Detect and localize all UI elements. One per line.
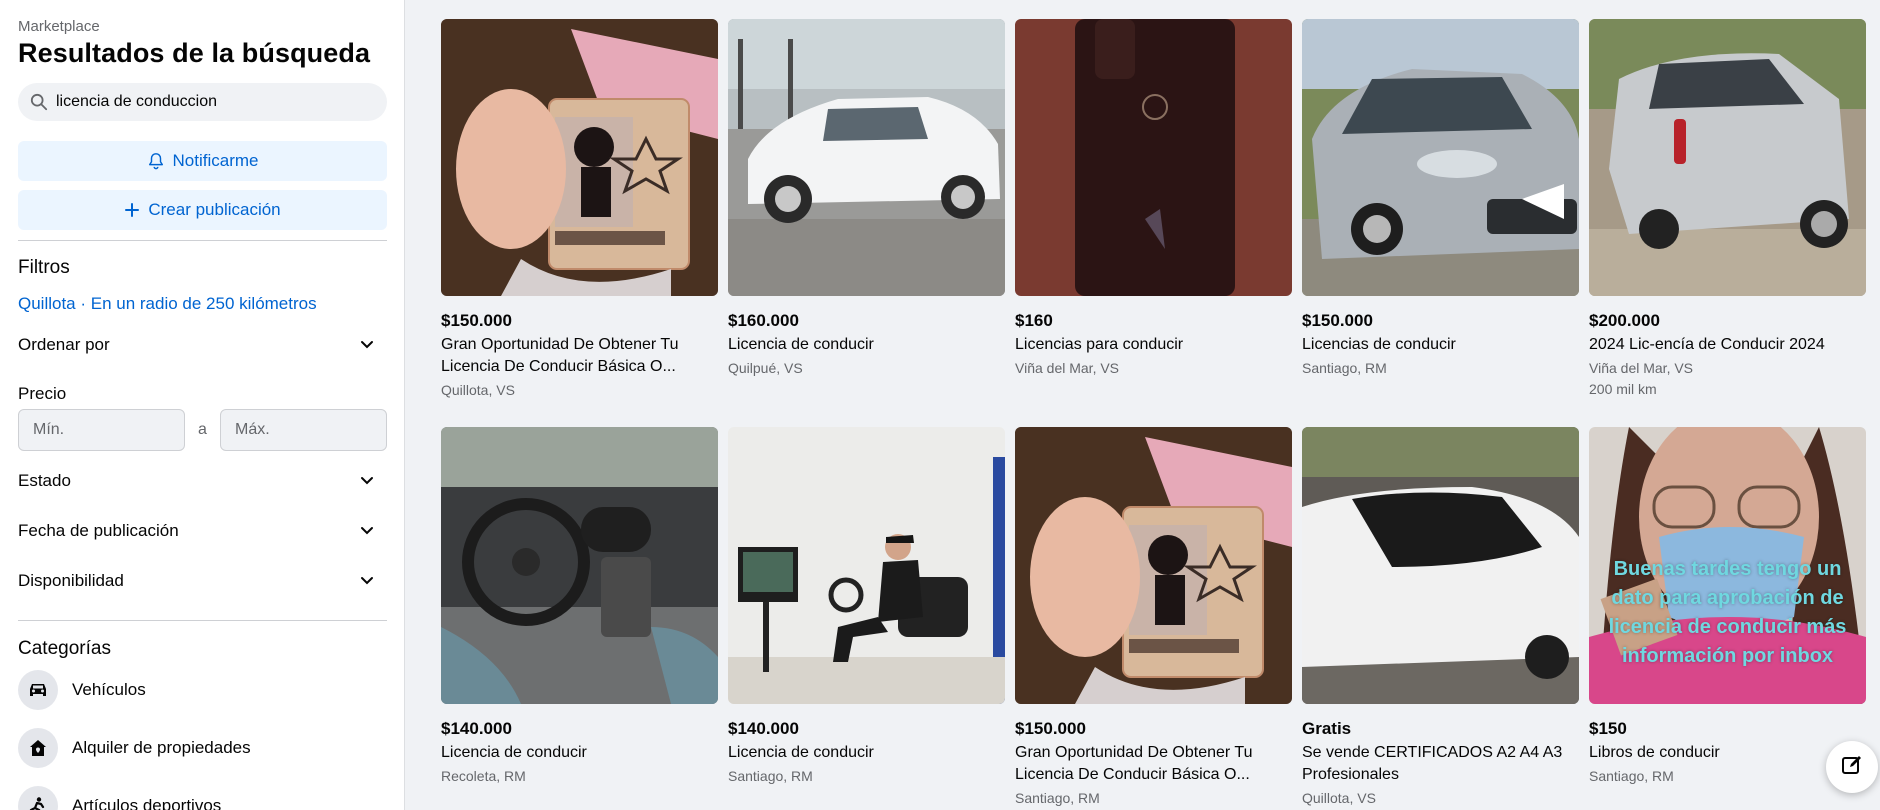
chevron-down-icon [355,519,379,543]
listing-location: Quilpué, VS [728,360,803,376]
listing-title: Licencias para conducir [1015,336,1184,353]
category-label: Artículos deportivos [72,796,222,810]
divider [18,620,387,621]
listing-price: Gratis [1302,719,1352,738]
listing-card[interactable]: $140.000 Licencia de conducir Santiago, … [728,427,1005,786]
min-price-input[interactable]: Mín. [18,409,185,451]
listing-location: Santiago, RM [1302,360,1387,376]
listing-location: Quillota, VS [1302,790,1376,806]
search-value: licencia de conduccion [56,93,217,110]
price-separator: a [198,421,207,438]
listing-price: $160 [1015,311,1053,330]
category-vehicles[interactable]: Vehículos [18,668,146,712]
listing-card[interactable]: $140.000 Licencia de conducir Recoleta, … [441,427,718,786]
listing-title: Gran Oportunidad De Obtener Tu Licencia … [1015,744,1253,783]
chevron-down-icon [355,469,379,493]
license-card-photo[interactable] [1015,427,1292,704]
listing-price: $140.000 [441,719,512,738]
page-title: Resultados de la búsqueda [18,38,371,68]
listing-title: Licencia de conducir [728,336,874,353]
compose-button[interactable] [1826,741,1878,793]
car-icon [18,670,58,710]
max-price-input[interactable]: Máx. [220,409,387,451]
phone-photo[interactable] [1015,19,1292,296]
listing-card[interactable]: $150.000 Gran Oportunidad De Obtener Tu … [441,19,718,400]
listing-card[interactable]: $200.000 2024 Lic-encía de Conducir 2024… [1589,19,1866,400]
listing-card[interactable]: $150.000 Gran Oportunidad De Obtener Tu … [1015,427,1292,808]
create-listing-button[interactable]: Crear publicación [18,190,387,230]
listing-price: $150.000 [1302,311,1373,330]
sort-label: Ordenar por [18,335,110,354]
listing-title: Licencia de conducir [441,744,587,761]
listing-price: $160.000 [728,311,799,330]
category-label: Vehículos [72,680,146,699]
chevron-down-icon [355,569,379,593]
max-price-placeholder: Máx. [235,421,270,438]
listing-mileage: 200 mil km [1589,381,1657,397]
silver-car-photo[interactable] [1302,19,1579,296]
white-sedan-photo[interactable] [728,19,1005,296]
listing-price: $150.000 [1015,719,1086,738]
listing-card[interactable]: $160 Licencias para conducir Viña del Ma… [1015,19,1292,378]
listing-location: Quillota, VS [441,382,515,398]
date-dropdown[interactable]: Fecha de publicación [18,516,387,546]
date-label: Fecha de publicación [18,521,179,540]
listing-location: Santiago, RM [1589,768,1674,784]
price-label: Precio [18,384,67,403]
bell-icon [147,152,165,170]
divider [18,240,387,241]
create-label: Crear publicación [148,200,281,219]
house-icon [18,728,58,768]
filters-heading: Filtros [18,257,70,278]
listing-title: Licencias de conducir [1302,336,1456,353]
category-label: Alquiler de propiedades [72,738,251,757]
image-overlay-text: Buenas tardes tengo un dato para aprobac… [1608,558,1847,667]
sidebar: Marketplace Resultados de la búsqueda li… [0,0,405,810]
search-input[interactable]: licencia de conduccion [18,83,387,121]
woman-mask-photo[interactable]: Buenas tardes tengo un dato para aprobac… [1589,427,1866,704]
availability-dropdown[interactable]: Disponibilidad [18,566,387,596]
category-sports[interactable]: Artículos deportivos [18,784,221,810]
listing-location: Santiago, RM [1015,790,1100,806]
listing-price: $150.000 [441,311,512,330]
listing-title: Libros de conducir [1589,744,1720,761]
edit-icon [1841,754,1863,781]
listing-location: Santiago, RM [728,768,813,784]
condition-dropdown[interactable]: Estado [18,466,387,496]
listing-card[interactable]: Buenas tardes tengo un dato para aprobac… [1589,427,1866,786]
listing-title: Licencia de conducir [728,744,874,761]
silver-hatchback-photo[interactable] [1589,19,1866,296]
notify-button[interactable]: Notificarme [18,141,387,181]
license-card-photo[interactable] [441,19,718,296]
white-car-top-photo[interactable] [1302,427,1579,704]
search-icon [30,93,48,111]
listing-title: Se vende CERTIFICADOS A2 A4 A3 Profesion… [1302,744,1563,783]
min-price-placeholder: Mín. [33,421,65,438]
driving-simulator-photo[interactable] [728,427,1005,704]
categories-heading: Categorías [18,638,111,659]
location-filter-link[interactable]: Quillota · En un radio de 250 kilómetros [18,294,317,314]
condition-label: Estado [18,471,71,490]
listing-location: Recoleta, RM [441,768,526,784]
availability-label: Disponibilidad [18,571,124,590]
listing-title: 2024 Lic-encía de Conducir 2024 [1589,336,1825,353]
listing-title: Gran Oportunidad De Obtener Tu Licencia … [441,336,679,375]
chevron-down-icon [355,333,379,357]
listing-location: Viña del Mar, VS [1589,360,1694,376]
listing-price: $140.000 [728,719,799,738]
notify-label: Notificarme [172,151,259,170]
listing-card[interactable]: $150.000 Licencias de conducir Santiago,… [1302,19,1579,378]
sports-icon [18,786,58,810]
listing-card[interactable]: Gratis Se vende CERTIFICADOS A2 A4 A3 Pr… [1302,427,1579,808]
listing-price: $200.000 [1589,311,1660,330]
plus-icon [124,202,140,218]
listing-price: $150 [1589,719,1627,738]
sort-dropdown[interactable]: Ordenar por [18,330,387,360]
breadcrumb[interactable]: Marketplace [18,18,100,35]
listing-card[interactable]: $160.000 Licencia de conducir Quilpué, V… [728,19,1005,378]
car-interior-photo[interactable] [441,427,718,704]
listing-location: Viña del Mar, VS [1015,360,1120,376]
category-property-rentals[interactable]: Alquiler de propiedades [18,726,251,770]
